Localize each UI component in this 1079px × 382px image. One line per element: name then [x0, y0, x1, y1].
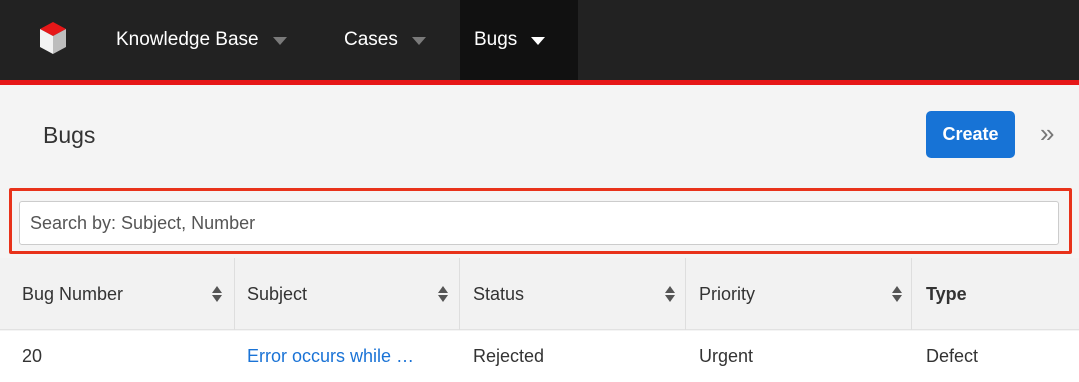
cube-logo-icon[interactable]	[38, 20, 68, 56]
create-button[interactable]: Create	[926, 111, 1015, 158]
column-header-label: Type	[926, 283, 967, 304]
column-header-label: Bug Number	[22, 283, 124, 304]
sort-icon[interactable]	[211, 285, 223, 303]
column-header-label: Subject	[247, 283, 308, 304]
nav-tab-cases[interactable]: Cases	[344, 0, 426, 80]
search-input[interactable]	[19, 201, 1059, 245]
accent-divider	[0, 80, 1079, 85]
column-header-status[interactable]: Status	[473, 258, 524, 330]
page-title: Bugs	[43, 122, 96, 148]
nav-tab-bugs[interactable]: Bugs	[460, 0, 578, 80]
caret-down-icon[interactable]	[531, 37, 546, 45]
table-row[interactable]: 20 Error occurs while … Rejected Urgent …	[0, 331, 1079, 382]
nav-tab-label: Bugs	[474, 29, 518, 50]
column-divider	[685, 258, 686, 330]
column-header-priority[interactable]: Priority	[699, 258, 755, 330]
collapse-panel-icon[interactable]: »	[1040, 118, 1054, 148]
column-header-type[interactable]: Type	[926, 258, 967, 330]
table-header-row: Bug Number Subject Status Priority Type	[0, 258, 1079, 330]
nav-tab-label: Cases	[344, 29, 398, 50]
cell-status: Rejected	[473, 346, 545, 366]
column-divider	[234, 258, 235, 330]
sort-icon[interactable]	[437, 285, 449, 303]
caret-down-icon[interactable]	[411, 37, 426, 45]
column-header-subject[interactable]: Subject	[247, 258, 307, 330]
column-header-bug-number[interactable]: Bug Number	[22, 258, 123, 330]
sort-icon[interactable]	[891, 285, 903, 303]
sort-icon[interactable]	[664, 285, 676, 303]
cell-subject-link[interactable]: Error occurs while …	[247, 331, 414, 382]
caret-down-icon[interactable]	[272, 37, 287, 45]
nav-tab-label: Knowledge Base	[116, 29, 259, 50]
cell-priority: Urgent	[699, 346, 754, 366]
column-divider	[459, 258, 460, 330]
top-navigation-bar: Knowledge Base Cases Bugs	[0, 0, 1079, 80]
nav-tab-knowledge-base[interactable]: Knowledge Base	[116, 0, 287, 80]
cell-bug-number: 20	[22, 346, 43, 366]
cell-type: Defect	[926, 346, 979, 366]
column-header-label: Priority	[699, 283, 756, 304]
column-header-label: Status	[473, 283, 525, 304]
column-divider	[911, 258, 912, 330]
